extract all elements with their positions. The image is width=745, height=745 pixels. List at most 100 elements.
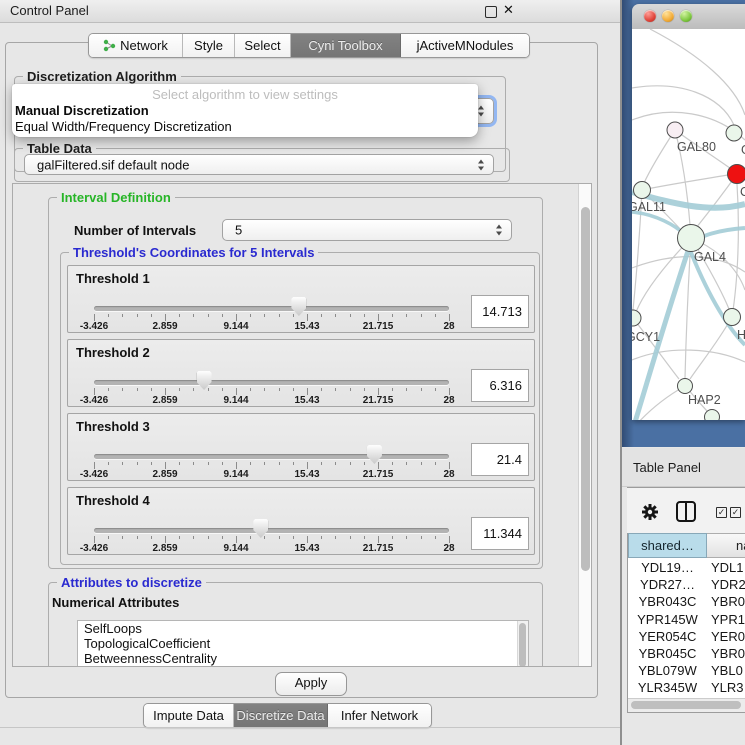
tick-mark bbox=[264, 462, 265, 465]
network-node[interactable] bbox=[728, 165, 745, 184]
threshold-value-field[interactable]: 14.713 bbox=[471, 295, 529, 328]
table-row[interactable]: YBR043CYBR0 bbox=[628, 593, 745, 610]
network-canvas[interactable]: GAL80GCGAL11GAL4GCY1HHAP2 bbox=[632, 29, 745, 420]
table-row[interactable]: YPR145WYPR1 bbox=[628, 611, 745, 628]
table-data-combobox[interactable]: galFiltered.sif default node bbox=[24, 154, 494, 175]
tick-label: 21.715 bbox=[363, 395, 394, 406]
cell-shared-name[interactable]: YDL19… bbox=[628, 559, 707, 576]
checkbox-icon[interactable]: ✓ bbox=[730, 507, 741, 518]
tick-mark bbox=[293, 388, 294, 391]
cell-shared-name[interactable]: YER054C bbox=[628, 628, 707, 645]
top-tab-bar: Network Style Select Cyni Toolbox jActiv… bbox=[88, 33, 530, 58]
tick-mark bbox=[406, 462, 407, 465]
network-node[interactable] bbox=[726, 125, 742, 141]
threshold-slider[interactable]: -3.4262.8599.14415.4321.71528 bbox=[94, 488, 450, 556]
list-scrollbar-thumb[interactable] bbox=[519, 623, 526, 667]
network-node[interactable] bbox=[634, 182, 651, 199]
slider-thumb[interactable] bbox=[367, 445, 382, 464]
cell-name[interactable]: YER0 bbox=[711, 628, 745, 645]
tick-mark bbox=[137, 536, 138, 539]
popup-item-equal-width-frequency[interactable]: Equal Width/Frequency Discretization bbox=[15, 119, 232, 134]
cell-shared-name[interactable]: YIL052C bbox=[628, 697, 707, 698]
tab-impute-data[interactable]: Impute Data bbox=[144, 704, 234, 727]
network-node[interactable] bbox=[678, 225, 705, 252]
cell-name[interactable]: YDL1 bbox=[711, 559, 744, 576]
close-traffic-light-icon[interactable] bbox=[644, 10, 656, 22]
table-row[interactable]: YER054CYER0 bbox=[628, 628, 745, 645]
threshold-slider[interactable]: -3.4262.8599.14415.4321.71528 bbox=[94, 340, 450, 408]
attribute-list-item[interactable]: TopologicalCoefficient bbox=[78, 636, 528, 651]
table-row[interactable]: YBL079WYBL0 bbox=[628, 662, 745, 679]
slider-track[interactable] bbox=[94, 306, 449, 311]
threshold-slider[interactable]: -3.4262.8599.14415.4321.71528 bbox=[94, 266, 450, 334]
columns-icon[interactable] bbox=[676, 501, 696, 522]
table-row[interactable]: YBR045CYBR0 bbox=[628, 645, 745, 662]
network-node[interactable] bbox=[632, 310, 641, 326]
zoom-traffic-light-icon[interactable] bbox=[680, 10, 692, 22]
column-header-shared-name[interactable]: shared… bbox=[628, 533, 707, 558]
cell-shared-name[interactable]: YDR27… bbox=[628, 576, 707, 593]
threshold-value-field[interactable]: 11.344 bbox=[471, 517, 529, 550]
table-row[interactable]: YLR345WYLR3 bbox=[628, 679, 745, 696]
slider-track[interactable] bbox=[94, 528, 449, 533]
popup-item-manual-discretization[interactable]: Manual Discretization bbox=[15, 103, 149, 118]
cell-shared-name[interactable]: YLR345W bbox=[628, 679, 707, 696]
cell-shared-name[interactable]: YBR043C bbox=[628, 593, 707, 610]
threshold-value-field[interactable]: 21.4 bbox=[471, 443, 529, 476]
cell-shared-name[interactable]: YBR045C bbox=[628, 645, 707, 662]
table-row[interactable]: YDR27…YDR2 bbox=[628, 576, 745, 593]
tab-select[interactable]: Select bbox=[235, 34, 291, 57]
network-node[interactable] bbox=[667, 122, 683, 138]
table-horizontal-scrollbar[interactable] bbox=[628, 698, 745, 712]
tab-infer-network[interactable]: Infer Network bbox=[328, 704, 431, 727]
cell-shared-name[interactable]: YBL079W bbox=[628, 662, 707, 679]
tab-jactivemnodules[interactable]: jActiveMNodules bbox=[401, 34, 529, 57]
node-label: C bbox=[740, 185, 745, 199]
table-row[interactable]: YIL052C YIL0 bbox=[628, 697, 745, 698]
tab-discretize-data[interactable]: Discretize Data bbox=[234, 704, 328, 727]
checkbox-icon[interactable]: ✓ bbox=[716, 507, 727, 518]
cell-name[interactable]: YBR0 bbox=[711, 645, 745, 662]
column-header-name[interactable]: na bbox=[707, 533, 745, 558]
network-node[interactable] bbox=[724, 309, 741, 326]
table-row[interactable]: YDL19…YDL1 bbox=[628, 559, 745, 576]
cell-name[interactable]: YDR2 bbox=[711, 576, 745, 593]
tick-label: -3.426 bbox=[80, 321, 108, 332]
threshold-slider[interactable]: -3.4262.8599.14415.4321.71528 bbox=[94, 414, 450, 482]
tick-label: -3.426 bbox=[80, 469, 108, 480]
network-node[interactable] bbox=[678, 379, 693, 394]
network-node[interactable] bbox=[705, 410, 720, 421]
cell-name[interactable]: YBL0 bbox=[711, 662, 743, 679]
list-scrollbar[interactable] bbox=[517, 621, 528, 667]
minimize-traffic-light-icon[interactable] bbox=[662, 10, 674, 22]
close-icon[interactable]: ✕ bbox=[503, 2, 514, 18]
hscrollbar-thumb[interactable] bbox=[631, 701, 741, 709]
settings-scrollbar-thumb[interactable] bbox=[581, 207, 590, 571]
settings-scrollbar[interactable] bbox=[578, 184, 592, 666]
tick-mark bbox=[335, 462, 336, 465]
tab-network[interactable]: Network bbox=[89, 34, 183, 57]
slider-track[interactable] bbox=[94, 454, 449, 459]
threshold-value-field[interactable]: 6.316 bbox=[471, 369, 529, 402]
attribute-list-item[interactable]: BetweennessCentrality bbox=[78, 651, 528, 666]
numerical-attributes-list[interactable]: SelfLoopsTopologicalCoefficientBetweenne… bbox=[77, 620, 529, 667]
tab-style[interactable]: Style bbox=[183, 34, 235, 57]
cell-shared-name[interactable]: YPR145W bbox=[628, 611, 707, 628]
gear-icon[interactable] bbox=[641, 503, 659, 521]
slider-track[interactable] bbox=[94, 380, 449, 385]
number-of-intervals-combobox[interactable]: 5 bbox=[222, 219, 512, 241]
cell-name[interactable]: YPR1 bbox=[711, 611, 745, 628]
apply-button[interactable]: Apply bbox=[275, 672, 347, 696]
float-window-icon[interactable] bbox=[485, 6, 497, 18]
network-window-titlebar[interactable] bbox=[632, 4, 745, 30]
slider-thumb[interactable] bbox=[253, 519, 268, 538]
cell-name[interactable]: YLR3 bbox=[711, 679, 744, 696]
tick-label: 2.859 bbox=[152, 469, 177, 480]
tick-mark bbox=[293, 462, 294, 465]
attribute-list-item[interactable]: SelfLoops bbox=[78, 621, 528, 636]
tick-mark bbox=[179, 462, 180, 465]
tab-cyni-toolbox[interactable]: Cyni Toolbox bbox=[291, 34, 401, 57]
slider-thumb[interactable] bbox=[197, 371, 212, 390]
cell-name[interactable]: YBR0 bbox=[711, 593, 745, 610]
cell-name[interactable]: YIL0 bbox=[711, 697, 738, 698]
